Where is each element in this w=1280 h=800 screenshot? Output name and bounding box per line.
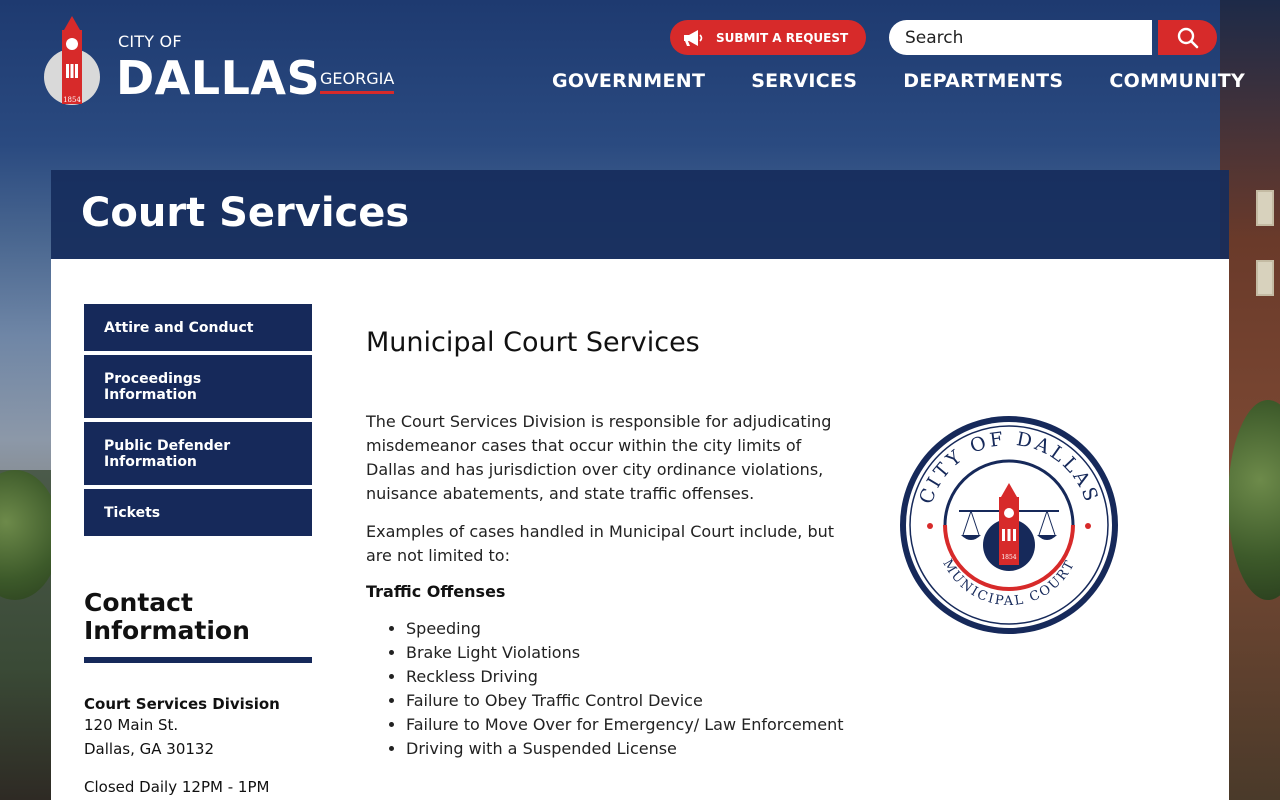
main-content: Municipal Court Services The Court Servi… [366,327,846,761]
sidebar-item-attire-and-conduct[interactable]: Attire and Conduct [84,304,312,351]
list-item: Driving with a Suspended License [406,737,846,761]
search-input[interactable] [889,20,1152,55]
contact-division: Court Services Division [84,695,280,713]
nav-item-government[interactable]: GOVERNMENT [552,70,705,92]
page-title-band: Court Services [51,170,1229,259]
content-panel: Attire and Conduct Proceedings Informati… [51,259,1229,800]
nav-item-community[interactable]: COMMUNITY [1109,70,1245,92]
sidebar-item-public-defender-information[interactable]: Public Defender Information [84,422,312,485]
background-window [1256,260,1274,296]
list-item: Failure to Move Over for Emergency/ Law … [406,713,846,737]
page-title: Court Services [81,190,410,236]
intro-paragraph: The Court Services Division is responsib… [366,412,832,503]
contact-heading: Contact Information [84,589,312,663]
main-nav: GOVERNMENT SERVICES DEPARTMENTS COMMUNIT… [552,70,1245,92]
seal-year: 1854 [1001,554,1016,561]
search-icon [1177,27,1198,48]
traffic-offenses-heading: Traffic Offenses [366,582,506,601]
submit-request-button[interactable]: SUBMIT A REQUEST [670,20,866,55]
sidebar-nav: Attire and Conduct Proceedings Informati… [84,304,312,540]
list-item: Brake Light Violations [406,641,846,665]
municipal-court-seal-icon: CITY OF DALLAS MUNICIPAL COURT 1854 [900,416,1118,634]
submit-request-label: SUBMIT A REQUEST [716,30,849,45]
clock-tower-seal-icon: 1854 [44,16,100,105]
contact-information: Contact Information Court Services Divis… [84,589,312,799]
logo-state: GEORGIA [320,69,395,94]
sidebar-item-proceedings-information[interactable]: Proceedings Information [84,355,312,418]
list-item: Reckless Driving [406,665,846,689]
site-header: 1854 CITY OF DALLAS GEORGIA SUBMIT A REQ… [0,0,1280,130]
nav-item-services[interactable]: SERVICES [751,70,857,92]
site-logo[interactable]: 1854 CITY OF DALLAS GEORGIA [40,14,420,114]
examples-paragraph: Examples of cases handled in Municipal C… [366,522,835,565]
sidebar-item-tickets[interactable]: Tickets [84,489,312,536]
background-window [1256,190,1274,226]
traffic-offenses-list: Speeding Brake Light Violations Reckless… [366,617,846,761]
megaphone-icon [684,29,703,46]
list-item: Failure to Obey Traffic Control Device [406,689,846,713]
contact-address-line2: Dallas, GA 30132 [84,740,214,758]
seal-year: 1854 [63,96,81,104]
contact-address-line1: 120 Main St. [84,716,179,734]
logo-city-of: CITY OF [118,32,182,51]
section-heading: Municipal Court Services [366,327,700,358]
nav-item-departments[interactable]: DEPARTMENTS [903,70,1063,92]
search-button[interactable] [1158,20,1217,55]
contact-hours: Closed Daily 12PM - 1PM [84,778,270,796]
logo-city-name: DALLAS [116,51,321,105]
list-item: Speeding [406,617,846,641]
